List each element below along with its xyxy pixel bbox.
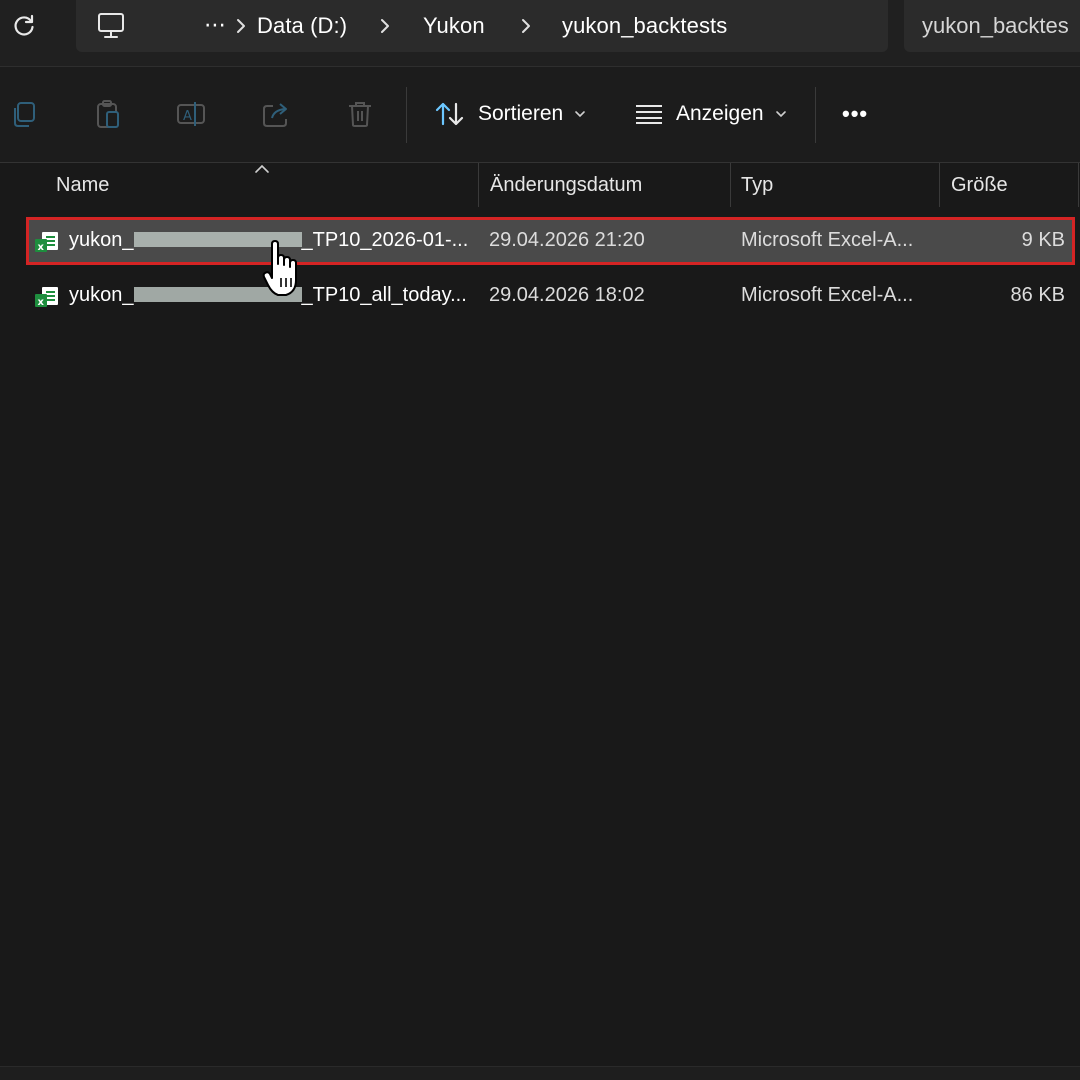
paste-button[interactable] xyxy=(92,98,124,130)
share-button[interactable] xyxy=(260,98,292,130)
sort-icon xyxy=(435,102,464,126)
svg-text:x: x xyxy=(38,242,45,253)
svg-text:A: A xyxy=(183,109,192,124)
excel-file-icon: x xyxy=(35,287,58,308)
file-row[interactable]: x yukon_ _TP10_2026-01-... 29.04.2026 21:… xyxy=(26,217,1075,265)
breadcrumb-item-yukon-backtests[interactable]: yukon_backtests xyxy=(562,13,727,39)
share-icon xyxy=(263,103,287,127)
file-size: 86 KB xyxy=(1010,284,1065,306)
chevron-down-icon xyxy=(575,111,586,118)
file-explorer-window: ⋯ Data (D:) Yukon yukon_backtests yukon_… xyxy=(0,0,1080,1080)
view-button[interactable]: Anzeigen xyxy=(634,95,788,133)
column-divider[interactable] xyxy=(1078,163,1079,207)
column-header-size[interactable]: Größe xyxy=(951,174,1008,197)
delete-icon xyxy=(349,102,371,127)
view-list-icon xyxy=(636,105,662,124)
column-header-modified[interactable]: Änderungsdatum xyxy=(490,174,642,197)
search-input[interactable]: yukon_backtes xyxy=(904,0,1080,52)
breadcrumb-overflow-button[interactable]: ⋯ xyxy=(204,12,227,38)
sort-ascending-caret-icon xyxy=(255,164,269,173)
breadcrumb-item-yukon[interactable]: Yukon xyxy=(423,13,485,39)
hand-cursor-icon xyxy=(262,240,297,296)
command-bar: A Sortieren Anzeigen ••• xyxy=(0,67,1080,163)
column-header-row: Name Änderungsdatum Typ Größe xyxy=(0,163,1080,209)
sort-button-label: Sortieren xyxy=(478,102,564,125)
file-row[interactable]: x yukon_ _TP10_all_today... 29.04.2026 18… xyxy=(28,274,1073,318)
breadcrumb[interactable]: ⋯ Data (D:) Yukon yukon_backtests xyxy=(76,0,888,52)
toolbar-separator xyxy=(406,87,407,143)
view-button-label: Anzeigen xyxy=(676,102,764,125)
refresh-icon xyxy=(14,14,34,36)
search-input-text: yukon_backtes xyxy=(922,13,1069,38)
delete-button[interactable] xyxy=(344,98,376,130)
column-divider[interactable] xyxy=(730,163,731,207)
chevron-right-icon xyxy=(522,19,530,33)
column-divider[interactable] xyxy=(478,163,479,207)
chevron-down-icon xyxy=(775,111,786,118)
chevron-right-icon xyxy=(237,19,245,33)
status-bar xyxy=(0,1066,1080,1080)
file-modified-date: 29.04.2026 18:02 xyxy=(489,284,645,306)
more-options-icon: ••• xyxy=(842,101,869,126)
svg-text:x: x xyxy=(38,297,45,308)
column-divider[interactable] xyxy=(939,163,940,207)
file-size: 9 KB xyxy=(1021,229,1065,251)
column-header-name[interactable]: Name xyxy=(56,174,109,197)
address-bar: ⋯ Data (D:) Yukon yukon_backtests yukon_… xyxy=(0,0,1080,67)
sort-button[interactable]: Sortieren xyxy=(434,95,587,133)
paste-icon xyxy=(97,100,119,128)
copy-button[interactable] xyxy=(8,98,40,130)
file-modified-date: 29.04.2026 21:20 xyxy=(489,229,645,251)
file-type: Microsoft Excel-A... xyxy=(741,284,914,306)
breadcrumb-item-data-drive[interactable]: Data (D:) xyxy=(257,13,347,39)
toolbar-separator xyxy=(815,87,816,143)
computer-icon[interactable] xyxy=(96,11,128,46)
copy-icon xyxy=(14,102,35,127)
refresh-button[interactable] xyxy=(4,8,44,44)
chevron-right-icon xyxy=(381,19,389,33)
column-header-type[interactable]: Typ xyxy=(741,174,773,197)
excel-file-icon: x xyxy=(35,232,58,253)
more-options-button[interactable]: ••• xyxy=(842,95,868,133)
file-type: Microsoft Excel-A... xyxy=(741,229,914,251)
rename-icon: A xyxy=(177,102,205,126)
rename-button[interactable]: A xyxy=(176,98,208,130)
